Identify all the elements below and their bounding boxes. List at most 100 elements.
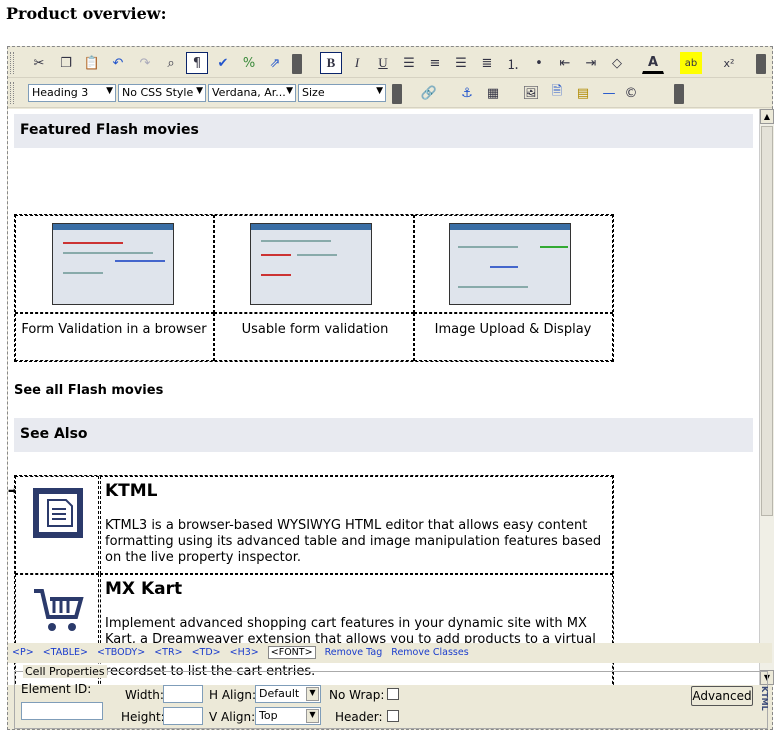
toolbar-styles: Heading 3 ▼ No CSS Style ▼ Verdana, Ar... ▼…	[8, 78, 772, 108]
editor-content-area[interactable]: Featured Flash movies Form Validation in…	[8, 109, 759, 685]
chevron-down-icon: ▼	[286, 86, 293, 96]
vertical-scrollbar[interactable]: ▲ ▼	[759, 109, 774, 685]
superscript-button[interactable]: x²	[718, 52, 740, 74]
remove-classes-link[interactable]: Remove Classes	[391, 647, 468, 658]
font-select[interactable]: Verdana, Ar... ▼	[208, 84, 296, 102]
preview-icon[interactable]: ⇗	[264, 52, 286, 74]
flash-movies-table[interactable]: Form Validation in a browser Usable form…	[14, 214, 614, 362]
toolbar-end-handle[interactable]	[756, 54, 766, 74]
current-tag[interactable]: <FONT>	[267, 646, 316, 659]
toolbar-end-handle[interactable]	[674, 84, 684, 104]
element-id-input[interactable]	[21, 702, 103, 720]
movie-caption-cell[interactable]: Usable form validation	[214, 313, 414, 361]
document-icon[interactable]: 🗎	[546, 82, 568, 104]
tag-link[interactable]: <H3>	[230, 647, 259, 658]
anchor-icon[interactable]: ⚓	[456, 82, 478, 104]
see-all-flash-link[interactable]: See all Flash movies	[14, 383, 163, 398]
tag-link[interactable]: <TR>	[154, 647, 182, 658]
heading-select[interactable]: Heading 3 ▼	[28, 84, 116, 102]
table-icon[interactable]: ▦	[482, 82, 504, 104]
cut-icon[interactable]: ✂	[28, 52, 50, 74]
pilcrow-icon[interactable]: ¶	[186, 52, 208, 74]
nowrap-checkbox[interactable]	[387, 688, 399, 700]
align-right-icon[interactable]: ☰	[450, 52, 472, 74]
remove-tag-link[interactable]: Remove Tag	[325, 647, 383, 658]
panel-legend: Cell Properties	[23, 665, 107, 678]
toolbar-grip[interactable]	[10, 52, 14, 74]
justify-icon[interactable]: ≣	[476, 52, 498, 74]
width-input[interactable]	[163, 685, 203, 703]
valign-label: V Align:	[209, 710, 256, 724]
font-select-value: Verdana, Ar...	[212, 86, 286, 99]
movie-thumbnail-image[interactable]	[449, 223, 571, 305]
underline-button[interactable]: U	[372, 52, 394, 74]
html-editor: ✂ ❐ 📋 ↶ ↷ ⌕ ¶ ✔ % ⇗ B I U ☰ ≡ ☰ ≣ ⒈ • ⇤ …	[7, 46, 774, 730]
scroll-thumb[interactable]	[761, 126, 773, 516]
size-select[interactable]: Size ▼	[298, 84, 386, 102]
movie-caption-cell[interactable]: Form Validation in a browser	[15, 313, 214, 361]
link-icon[interactable]: 🔗	[418, 82, 440, 104]
find-icon[interactable]: ⌕	[160, 52, 182, 74]
align-center-icon[interactable]: ≡	[424, 52, 446, 74]
advanced-button[interactable]: Advanced	[691, 686, 753, 706]
ordered-list-icon[interactable]: ⒈	[502, 52, 524, 74]
italic-button[interactable]: I	[346, 52, 368, 74]
insert-symbol-button[interactable]: ©	[620, 82, 642, 104]
size-select-value: Size	[302, 86, 325, 99]
shopping-cart-icon	[34, 589, 84, 631]
outdent-icon[interactable]: ⇤	[554, 52, 576, 74]
featured-heading: Featured Flash movies	[14, 114, 753, 148]
movie-thumbnail-image[interactable]	[52, 223, 174, 305]
align-left-icon[interactable]: ☰	[398, 52, 420, 74]
tag-link[interactable]: <P>	[12, 647, 34, 658]
movie-thumb-cell[interactable]	[414, 215, 613, 313]
unordered-list-icon[interactable]: •	[528, 52, 550, 74]
product-text-cell[interactable]: MX Kart Implement advanced shopping cart…	[100, 574, 613, 685]
product-title: KTML	[105, 481, 158, 501]
header-checkbox[interactable]	[387, 710, 399, 722]
css-style-select[interactable]: No CSS Style ▼	[118, 84, 206, 102]
paste-icon[interactable]: 📋	[81, 52, 103, 74]
element-id-label: Element ID:	[21, 682, 92, 696]
font-color-button[interactable]: A	[642, 52, 664, 74]
horizontal-rule-icon[interactable]: —	[598, 82, 620, 104]
movie-thumb-cell[interactable]	[15, 215, 214, 313]
toolbar-end-handle[interactable]	[292, 54, 302, 74]
image-icon[interactable]: 🖼	[520, 82, 542, 104]
flash-icon[interactable]: ▤	[572, 82, 594, 104]
bold-button[interactable]: B	[320, 52, 342, 74]
scroll-up-icon[interactable]: ▲	[760, 109, 774, 124]
toolbar-formatting: ✂ ❐ 📋 ↶ ↷ ⌕ ¶ ✔ % ⇗ B I U ☰ ≡ ☰ ≣ ⒈ • ⇤ …	[8, 48, 772, 78]
tag-link[interactable]: <TABLE>	[43, 647, 88, 658]
spellcheck-icon[interactable]: ✔	[212, 52, 234, 74]
halign-value: Default	[259, 687, 300, 700]
halign-select[interactable]: Default ▼	[255, 685, 321, 703]
chevron-down-icon: ▼	[106, 86, 113, 96]
product-description: KTML3 is a browser-based WYSIWYG HTML ed…	[105, 518, 602, 565]
valign-select[interactable]: Top ▼	[255, 707, 321, 725]
halign-label: H Align:	[209, 688, 256, 702]
product-title: MX Kart	[105, 579, 183, 599]
undo-icon[interactable]: ↶	[107, 52, 129, 74]
product-icon-cell[interactable]	[15, 476, 99, 574]
indent-icon[interactable]: ⇥	[580, 52, 602, 74]
copy-icon[interactable]: ❐	[55, 52, 77, 74]
product-text-cell[interactable]: KTML KTML3 is a browser-based WYSIWYG HT…	[100, 476, 613, 574]
movie-caption-cell[interactable]: Image Upload & Display	[414, 313, 613, 361]
toolbar-grip[interactable]	[10, 82, 14, 104]
tag-link[interactable]: <TD>	[192, 647, 221, 658]
toolbar-end-handle[interactable]	[392, 84, 402, 104]
highlight-button[interactable]: ab	[680, 52, 702, 74]
cell-properties-panel: Cell Properties Element ID: Width: Heigh…	[14, 665, 769, 729]
clean-icon[interactable]: %	[238, 52, 260, 74]
css-style-value: No CSS Style	[122, 86, 194, 99]
tag-link[interactable]: <TBODY>	[97, 647, 145, 658]
width-label: Width:	[125, 688, 164, 702]
ktml-logo: KTML	[760, 686, 769, 711]
nowrap-label: No Wrap:	[329, 688, 385, 702]
movie-thumb-cell[interactable]	[214, 215, 414, 313]
redo-icon[interactable]: ↷	[134, 52, 156, 74]
movie-thumbnail-image[interactable]	[250, 223, 372, 305]
eraser-icon[interactable]: ◇	[606, 52, 628, 74]
height-input[interactable]	[163, 707, 203, 725]
